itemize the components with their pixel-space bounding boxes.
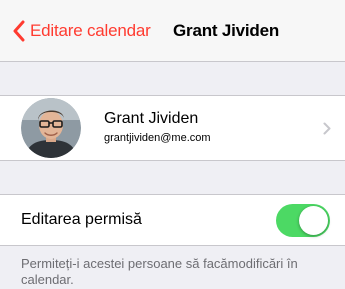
toggle-knob <box>299 206 328 235</box>
back-button-label: Editare calendar <box>30 21 151 40</box>
page-title: Grant Jividen <box>173 21 280 40</box>
avatar <box>21 98 81 158</box>
back-button[interactable]: Editare calendar <box>12 19 151 43</box>
contact-name: Grant Jividen <box>104 110 199 127</box>
edit-permission-label: Editarea permisă <box>21 211 142 228</box>
contact-row[interactable]: Grant Jividen grantjividen@me.com <box>0 95 345 161</box>
edit-permission-toggle[interactable] <box>276 204 330 237</box>
chevron-left-icon <box>13 20 25 42</box>
contact-email: grantjividen@me.com <box>104 132 211 144</box>
navigation-bar: Editare calendar Grant Jividen <box>0 0 345 62</box>
footer-note: Permiteți-i acestei persoane să facămodi… <box>21 256 298 287</box>
chevron-right-icon <box>323 122 331 135</box>
edit-permission-row: Editarea permisă <box>0 194 345 246</box>
